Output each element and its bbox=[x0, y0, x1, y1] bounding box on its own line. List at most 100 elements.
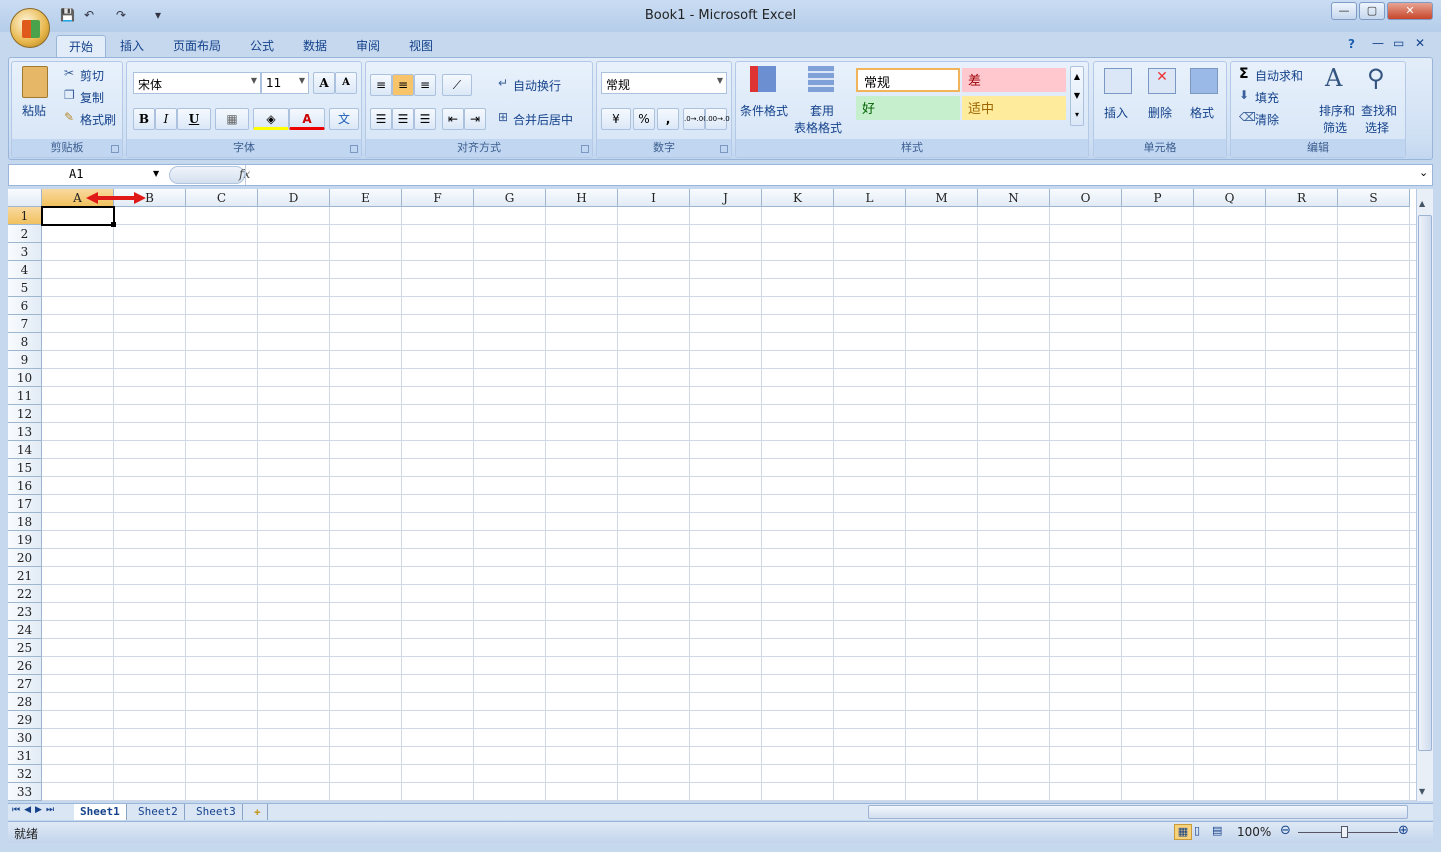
formula-input[interactable] bbox=[245, 165, 1417, 185]
row-header-32[interactable]: 32 bbox=[8, 765, 42, 783]
number-launcher[interactable] bbox=[720, 145, 728, 153]
row-header-8[interactable]: 8 bbox=[8, 333, 42, 351]
align-middle-button[interactable]: ≡ bbox=[392, 74, 414, 96]
column-header-H[interactable]: H bbox=[546, 189, 618, 207]
zoom-slider-thumb[interactable] bbox=[1341, 826, 1348, 838]
format-as-table-button-line2[interactable]: 表格格式 bbox=[794, 119, 842, 136]
row-header-17[interactable]: 17 bbox=[8, 495, 42, 513]
row-header-29[interactable]: 29 bbox=[8, 711, 42, 729]
column-header-Q[interactable]: Q bbox=[1194, 189, 1266, 207]
row-header-3[interactable]: 3 bbox=[8, 243, 42, 261]
grow-font-button[interactable]: A bbox=[313, 72, 335, 94]
style-good[interactable]: 好 bbox=[856, 96, 960, 120]
fill-handle[interactable] bbox=[111, 222, 116, 227]
office-button[interactable] bbox=[10, 8, 50, 48]
row-header-5[interactable]: 5 bbox=[8, 279, 42, 297]
delete-cells-button[interactable]: 删除 bbox=[1148, 104, 1172, 121]
tab-view[interactable]: 视图 bbox=[397, 35, 445, 59]
increase-indent-button[interactable]: ⇥ bbox=[464, 108, 486, 130]
tab-page-layout[interactable]: 页面布局 bbox=[161, 35, 233, 59]
page-layout-view-icon[interactable]: ▯ bbox=[1194, 824, 1200, 837]
column-header-F[interactable]: F bbox=[402, 189, 474, 207]
align-bottom-button[interactable]: ≡ bbox=[414, 74, 436, 96]
bold-button[interactable]: B bbox=[133, 108, 155, 130]
font-color-button[interactable]: A bbox=[289, 108, 325, 130]
format-as-table-button[interactable]: 套用 bbox=[810, 102, 834, 119]
row-header-25[interactable]: 25 bbox=[8, 639, 42, 657]
ribbon-close-button[interactable]: ✕ bbox=[1415, 36, 1425, 50]
style-neutral[interactable]: 适中 bbox=[962, 96, 1066, 120]
ribbon-minimize-button[interactable]: — bbox=[1372, 36, 1384, 50]
row-header-4[interactable]: 4 bbox=[8, 261, 42, 279]
sort-filter-button-line2[interactable]: 筛选 bbox=[1323, 119, 1347, 136]
name-box-dropdown-icon[interactable]: ▼ bbox=[153, 169, 159, 178]
column-header-M[interactable]: M bbox=[906, 189, 978, 207]
zoom-slider[interactable] bbox=[1298, 832, 1398, 833]
column-header-C[interactable]: C bbox=[186, 189, 258, 207]
row-header-30[interactable]: 30 bbox=[8, 729, 42, 747]
vertical-scrollbar[interactable]: ▲ ▼ bbox=[1416, 189, 1433, 801]
align-center-button[interactable]: ☰ bbox=[392, 108, 414, 130]
style-bad[interactable]: 差 bbox=[962, 68, 1066, 92]
column-header-D[interactable]: D bbox=[258, 189, 330, 207]
percent-button[interactable]: % bbox=[633, 108, 655, 130]
undo-icon[interactable]: ↶ bbox=[84, 8, 100, 24]
row-header-6[interactable]: 6 bbox=[8, 297, 42, 315]
comma-button[interactable]: , bbox=[657, 108, 679, 130]
scroll-down-icon[interactable]: ▼ bbox=[1419, 787, 1431, 801]
redo-icon[interactable]: ↷ bbox=[116, 8, 132, 24]
worksheet-grid[interactable]: A B C D E F G H I J K L M N O P Q R S 1 2 3 4 5 6 7 8 9 10 11 12 13 14 15… bbox=[8, 189, 1416, 801]
column-header-G[interactable]: G bbox=[474, 189, 546, 207]
row-header-26[interactable]: 26 bbox=[8, 657, 42, 675]
maximize-button[interactable]: ▢ bbox=[1359, 2, 1385, 20]
align-left-button[interactable]: ☰ bbox=[370, 108, 392, 130]
name-box[interactable]: A1 bbox=[9, 165, 169, 185]
cut-button[interactable]: 剪切 bbox=[80, 67, 104, 84]
fill-button[interactable]: 填充 bbox=[1255, 89, 1279, 106]
zoom-level[interactable]: 100% bbox=[1237, 825, 1271, 839]
row-header-24[interactable]: 24 bbox=[8, 621, 42, 639]
wrap-text-button[interactable]: 自动换行 bbox=[513, 77, 561, 94]
decrease-decimal-button[interactable]: .00→.0 bbox=[705, 108, 730, 130]
copy-button[interactable]: 复制 bbox=[80, 89, 104, 106]
row-header-33[interactable]: 33 bbox=[8, 783, 42, 801]
format-cells-button[interactable]: 格式 bbox=[1190, 104, 1214, 121]
row-header-31[interactable]: 31 bbox=[8, 747, 42, 765]
column-header-R[interactable]: R bbox=[1266, 189, 1338, 207]
column-header-L[interactable]: L bbox=[834, 189, 906, 207]
font-name-select[interactable]: 宋体 ▼ bbox=[133, 72, 261, 94]
column-header-S[interactable]: S bbox=[1338, 189, 1410, 207]
row-header-11[interactable]: 11 bbox=[8, 387, 42, 405]
clear-button[interactable]: 清除 bbox=[1255, 111, 1279, 128]
clipboard-launcher[interactable] bbox=[111, 145, 119, 153]
formula-bar-handle[interactable] bbox=[169, 166, 245, 184]
zoom-out-button[interactable]: ⊖ bbox=[1280, 823, 1291, 838]
row-header-18[interactable]: 18 bbox=[8, 513, 42, 531]
merge-center-button[interactable]: 合并后居中 bbox=[513, 111, 573, 128]
increase-decimal-button[interactable]: .0→.00 bbox=[683, 108, 708, 130]
tab-home[interactable]: 开始 bbox=[56, 35, 107, 59]
currency-button[interactable]: ¥ bbox=[601, 108, 631, 130]
insert-cells-button[interactable]: 插入 bbox=[1104, 104, 1128, 121]
alignment-launcher[interactable] bbox=[581, 145, 589, 153]
row-header-27[interactable]: 27 bbox=[8, 675, 42, 693]
paste-button[interactable]: 粘贴 bbox=[22, 102, 46, 119]
tab-insert[interactable]: 插入 bbox=[108, 35, 156, 59]
find-select-button-line2[interactable]: 选择 bbox=[1365, 119, 1389, 136]
scroll-up-icon[interactable]: ▲ bbox=[1419, 199, 1431, 213]
find-select-button[interactable]: 查找和 bbox=[1361, 102, 1397, 119]
align-right-button[interactable]: ☰ bbox=[414, 108, 436, 130]
row-header-15[interactable]: 15 bbox=[8, 459, 42, 477]
expand-formula-bar-icon[interactable]: ⌄ bbox=[1419, 166, 1428, 179]
number-format-select[interactable]: 常规 ▼ bbox=[601, 72, 727, 94]
row-header-28[interactable]: 28 bbox=[8, 693, 42, 711]
decrease-indent-button[interactable]: ⇤ bbox=[442, 108, 464, 130]
row-header-2[interactable]: 2 bbox=[8, 225, 42, 243]
autosum-button[interactable]: 自动求和 bbox=[1255, 67, 1303, 84]
select-all-button[interactable] bbox=[8, 189, 42, 207]
row-header-10[interactable]: 10 bbox=[8, 369, 42, 387]
row-header-9[interactable]: 9 bbox=[8, 351, 42, 369]
row-header-14[interactable]: 14 bbox=[8, 441, 42, 459]
sheet-tab-3[interactable]: Sheet3 bbox=[190, 804, 243, 820]
tab-review[interactable]: 审阅 bbox=[344, 35, 392, 59]
